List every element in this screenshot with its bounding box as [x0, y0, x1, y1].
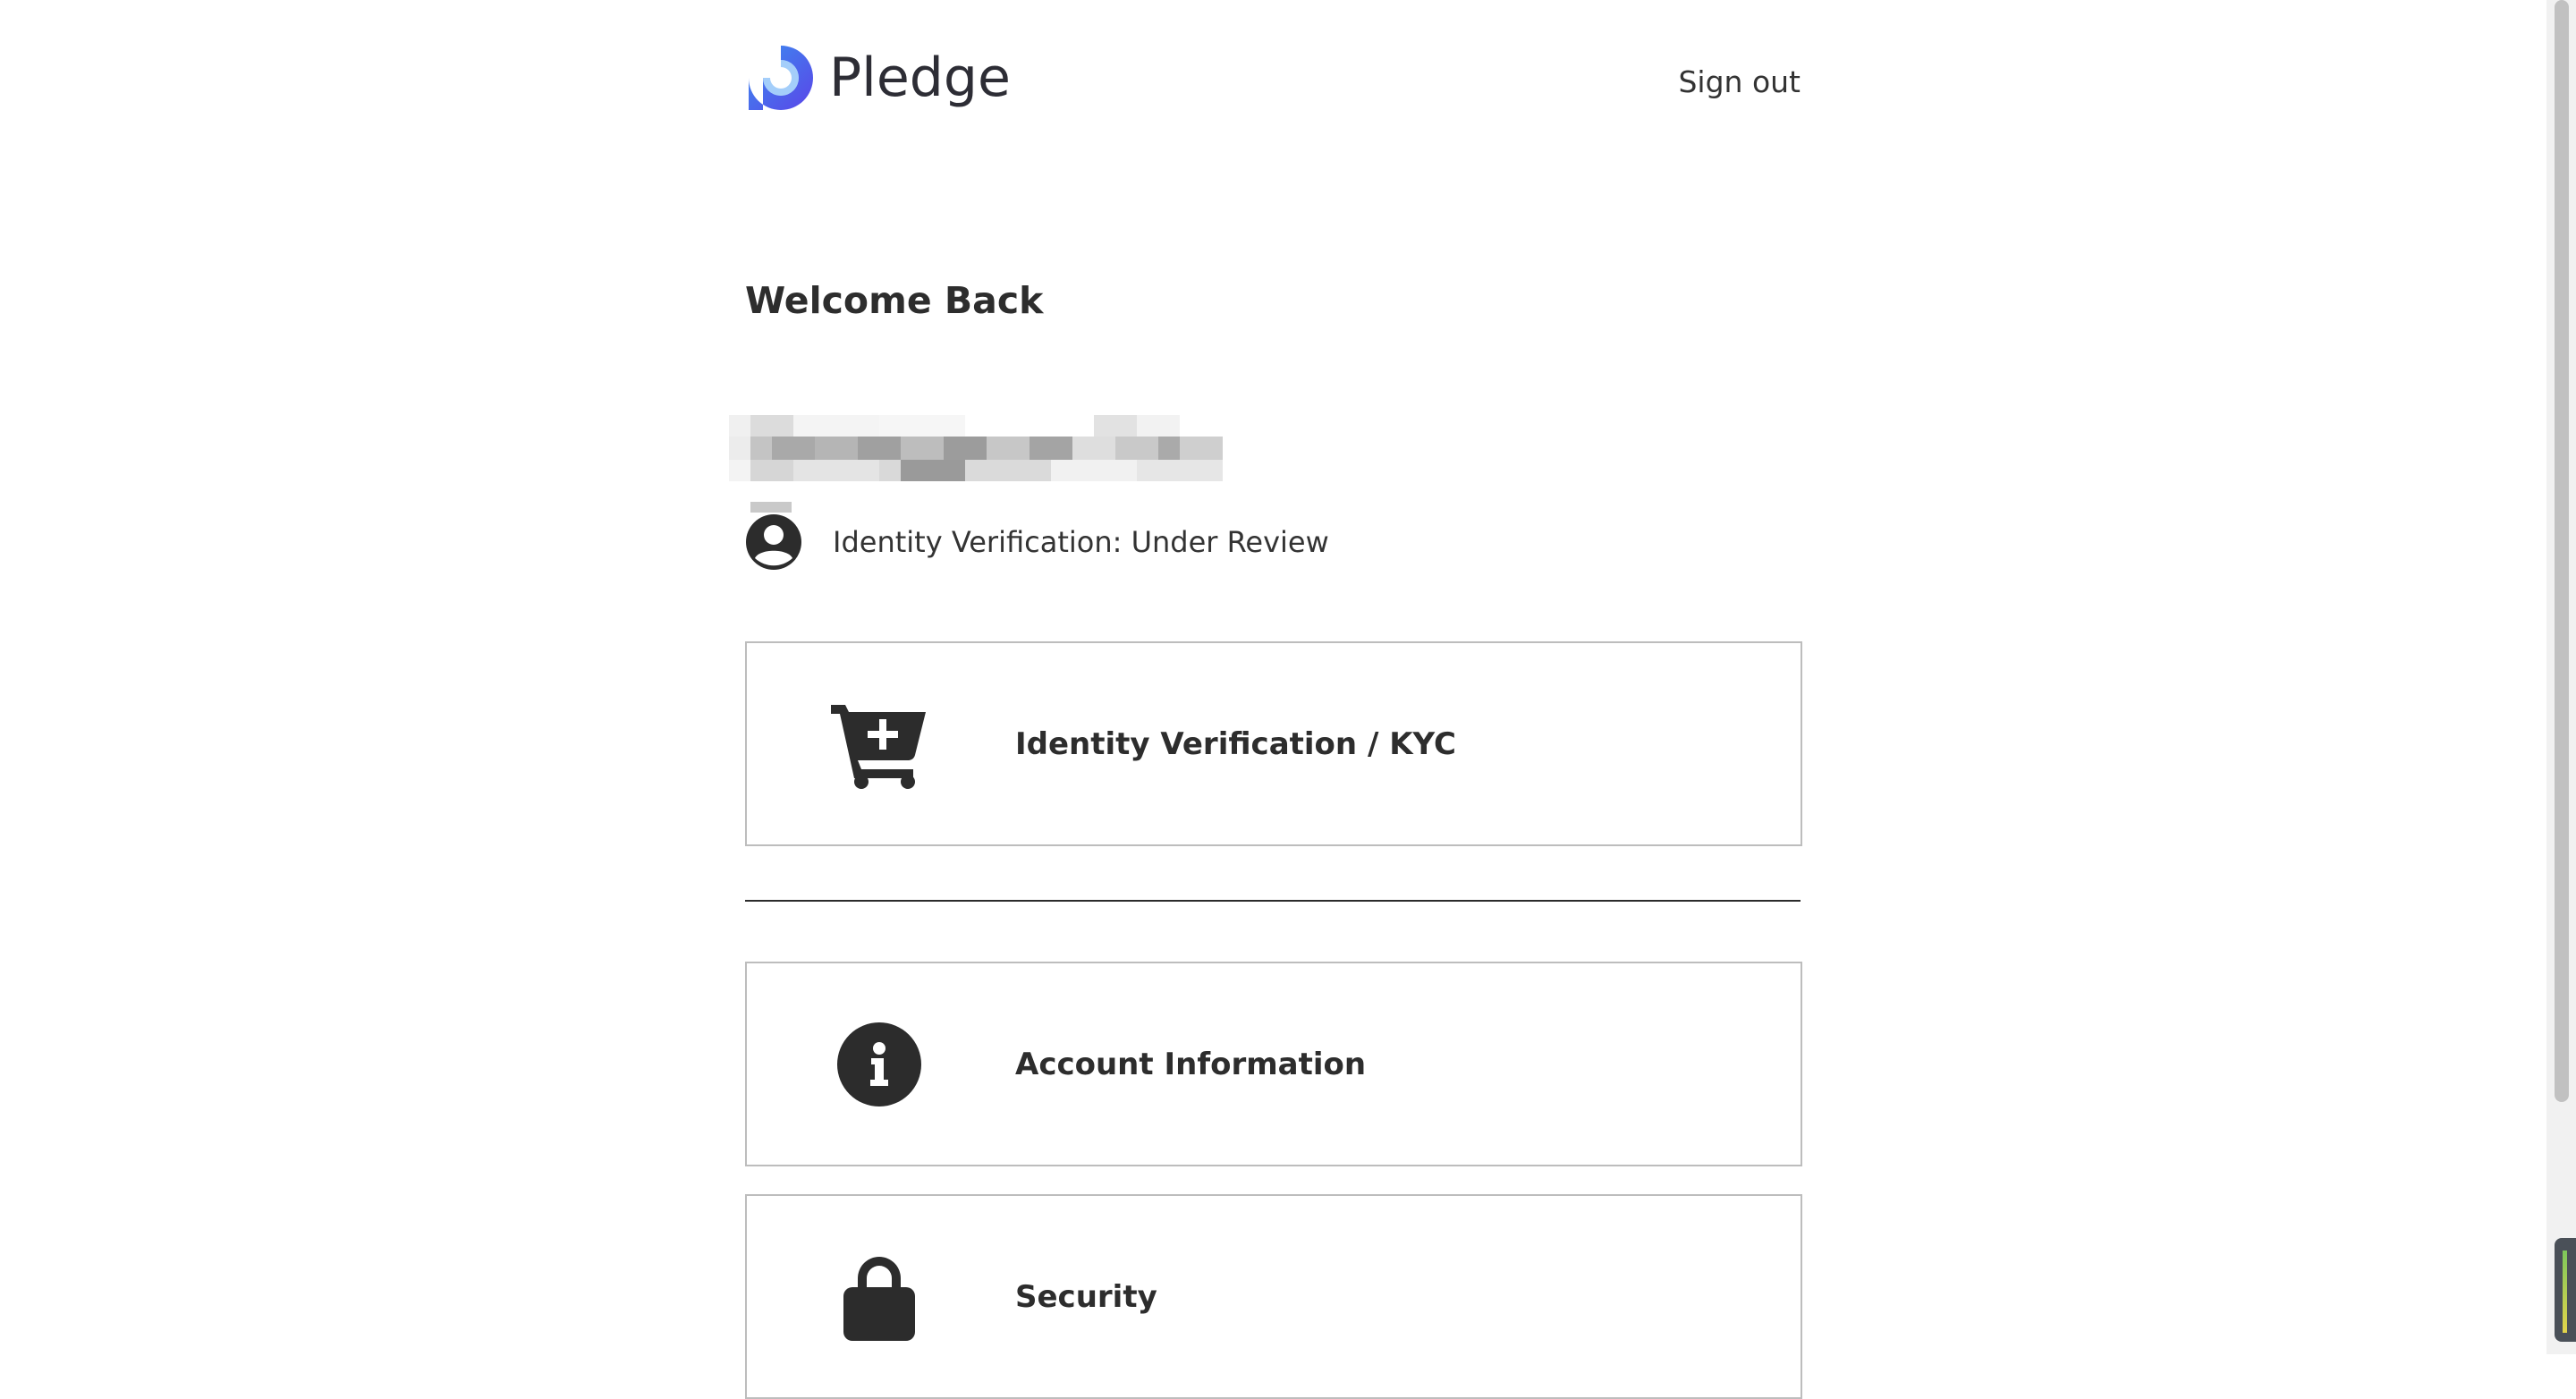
cart-plus-icon — [831, 704, 926, 789]
logo-wordmark: Pledge — [829, 47, 1011, 109]
lock-icon — [843, 1256, 915, 1341]
info-circle-icon — [837, 1022, 921, 1106]
identity-verification-label: Identity Verification / KYC — [1015, 725, 1456, 762]
widget-level-bar — [2563, 1251, 2567, 1333]
redacted-mark — [750, 502, 792, 513]
pledge-logo[interactable]: Pledge — [745, 41, 1011, 114]
sign-out-link[interactable]: Sign out — [1678, 64, 1801, 99]
account-information-label: Account Information — [1015, 1046, 1367, 1082]
account-information-card[interactable]: Account Information — [745, 962, 1802, 1166]
identity-verification-card[interactable]: Identity Verification / KYC — [745, 641, 1802, 846]
security-label: Security — [1015, 1278, 1157, 1315]
side-widget[interactable] — [2555, 1238, 2576, 1342]
redacted-user-name — [729, 415, 1223, 481]
identity-status-text: Identity Verification: Under Review — [833, 525, 1329, 559]
security-card[interactable]: Security — [745, 1194, 1802, 1399]
section-divider — [745, 900, 1801, 902]
scrollbar-thumb[interactable] — [2555, 0, 2569, 1102]
page-title: Welcome Back — [745, 279, 1044, 322]
vertical-scrollbar[interactable] — [2546, 0, 2576, 1354]
pledge-logo-icon — [749, 46, 813, 110]
identity-status: Identity Verification: Under Review — [745, 513, 1329, 571]
page: Pledge Sign out Welcome Back Identity Ve… — [0, 0, 2546, 1399]
user-circle-icon — [746, 514, 801, 570]
